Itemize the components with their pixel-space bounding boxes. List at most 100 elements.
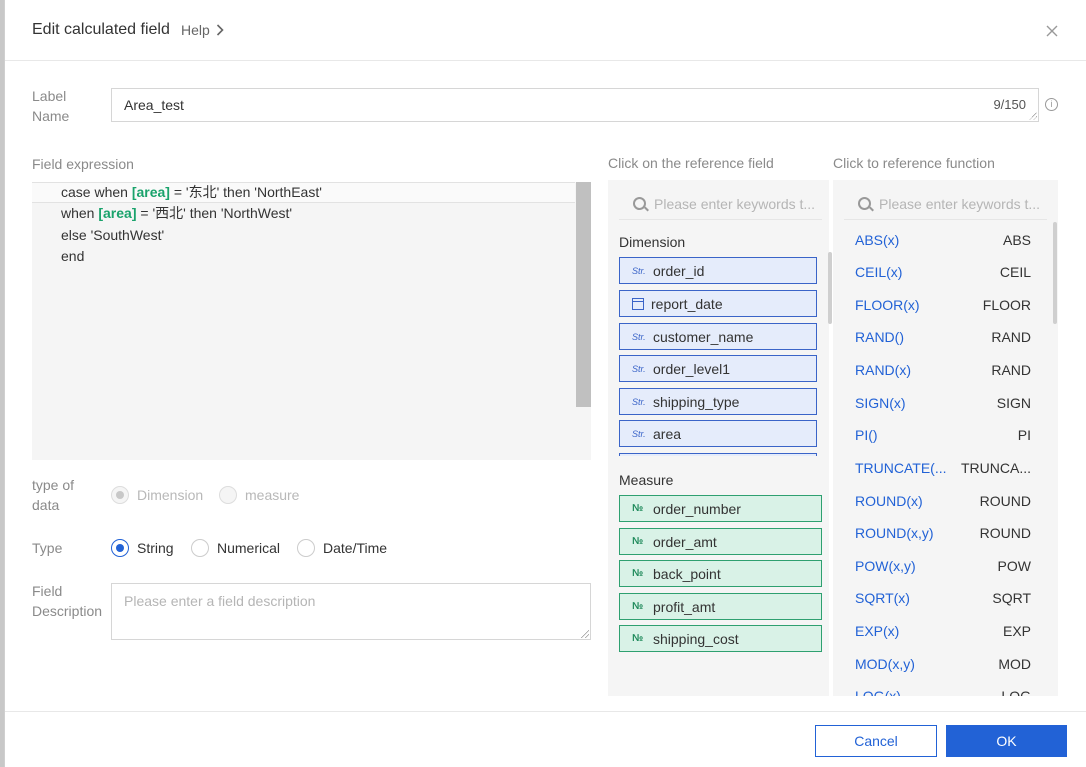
label-name-input[interactable]: Area_test 9/150 [111,88,1039,122]
dimension-scrollbar[interactable] [828,252,832,324]
dialog-header: Edit calculated field Help [5,0,1086,61]
measure-item-label: order_amt [653,533,717,550]
function-item[interactable]: MOD(x,y) MOD [855,653,1031,675]
help-link[interactable]: Help [181,22,224,38]
radio-datetime-control[interactable] [297,539,315,557]
type-of-data-label: type of data [32,475,74,515]
number-type-icon: № [632,601,644,612]
reference-field-header: Click on the reference field [608,155,774,171]
function-item[interactable]: EXP(x) EXP [855,620,1031,642]
function-item[interactable]: POW(x,y) POW [855,555,1031,577]
radio-dimension-label: Dimension [137,487,204,503]
radio-numerical[interactable]: Numerical [191,539,280,557]
number-type-icon: № [632,536,644,547]
ok-button[interactable]: OK [946,725,1067,757]
search-icon [633,197,646,210]
string-type-icon: Str. [632,331,646,342]
reference-function-search-placeholder: Please enter keywords t... [879,195,1041,212]
search-icon [858,197,871,210]
number-type-icon: № [632,503,644,514]
function-item[interactable]: FLOOR(x) FLOOR [855,294,1031,316]
dimension-item-label: customer_name [653,328,754,345]
radio-measure-label: measure [245,487,300,503]
type-of-data-line1: type of [32,477,75,493]
dimension-item-order-id[interactable]: Str. order_id [619,257,817,284]
string-type-icon: Str. [632,396,646,407]
radio-datetime-label: Date/Time [323,540,388,556]
radio-string-label: String [137,540,174,556]
measure-item-order-number[interactable]: № order_number [619,495,822,522]
function-item[interactable]: PI() PI [855,424,1031,446]
function-item[interactable]: TRUNCATE(... TRUNCA... [855,457,1031,479]
dimension-item-label: report_date [651,295,723,312]
string-type-icon: Str. [632,363,646,374]
number-type-icon: № [632,568,644,579]
dialog-title: Edit calculated field [32,21,170,38]
dimension-item-report-date[interactable]: report_date [619,290,817,317]
expression-line: end [61,248,85,264]
field-description-line2: Description [32,603,103,619]
radio-measure[interactable]: measure [219,486,299,504]
expression-line: else 'SouthWest' [61,227,165,243]
radio-dimension-control[interactable] [111,486,129,504]
function-item[interactable]: LOG(x) LOG [855,685,1031,696]
label-name-value: Area_test [124,97,184,113]
function-item[interactable]: SQRT(x) SQRT [855,587,1031,609]
function-item[interactable]: ABS(x) ABS [855,229,1031,251]
resize-handle-icon[interactable] [1029,112,1037,120]
label-name-label: Label Name [32,86,69,126]
cancel-button[interactable]: Cancel [815,725,937,757]
expression-line: case when [area] = '东北' then 'NorthEast' [61,184,322,200]
field-description-input[interactable]: Please enter a field description [111,583,591,640]
resize-handle-icon[interactable] [581,630,589,638]
radio-numerical-label: Numerical [217,540,281,556]
measure-item-profit-amt[interactable]: № profit_amt [619,593,822,620]
radio-measure-control[interactable] [219,486,237,504]
number-type-icon: № [632,633,644,644]
measure-item-label: order_number [653,500,741,517]
function-item[interactable]: ROUND(x,y) ROUND [855,522,1031,544]
field-expression-label: Field expression [32,156,134,172]
measure-item-back-point[interactable]: № back_point [619,560,822,587]
measure-item-label: back_point [653,565,721,582]
radio-string[interactable]: String [111,539,174,557]
radio-numerical-control[interactable] [191,539,209,557]
reference-field-search[interactable]: Please enter keywords t... [619,188,822,220]
reference-function-header: Click to reference function [833,155,995,171]
expression-scrollbar[interactable] [576,182,591,407]
function-item[interactable]: RAND() RAND [855,326,1031,348]
measure-item-shipping-cost[interactable]: № shipping_cost [619,625,822,652]
measure-item-order-amt[interactable]: № order_amt [619,528,822,555]
char-counter: 9/150 [993,97,1026,112]
close-icon[interactable] [1043,22,1061,40]
dimension-item-shipping-type[interactable]: Str. shipping_type [619,388,817,415]
function-item[interactable]: RAND(x) RAND [855,359,1031,381]
dimension-item-label: order_level1 [653,360,731,377]
expression-editor[interactable]: case when [area] = '东北' then 'NorthEast'… [32,182,591,460]
function-item[interactable]: CEIL(x) CEIL [855,261,1031,283]
calendar-icon [632,297,644,310]
help-label: Help [181,22,210,38]
type-of-data-line2: data [32,497,60,513]
label-name-line2: Name [32,108,70,124]
dimension-item-area[interactable]: Str. area [619,420,817,447]
chevron-right-icon [216,24,224,36]
measure-item-label: profit_amt [653,598,716,615]
radio-dimension[interactable]: Dimension [111,486,203,504]
expression-line: when [area] = '西北' then 'NorthWest' [61,205,293,221]
dimension-item-label: order_id [653,262,705,279]
function-item[interactable]: SIGN(x) SIGN [855,392,1031,414]
reference-function-search[interactable]: Please enter keywords t... [844,188,1047,220]
function-item[interactable]: ROUND(x) ROUND [855,490,1031,512]
dimension-item-label: shipping_type [653,393,740,410]
dimension-item-order-level1[interactable]: Str. order_level1 [619,355,817,382]
dimension-item-customer-name[interactable]: Str. customer_name [619,323,817,350]
dialog-footer: Cancel OK [5,711,1086,767]
info-icon[interactable]: i [1045,98,1058,111]
field-description-label: Field Description [32,581,112,621]
function-list: ABS(x) ABS CEIL(x) CEIL FLOOR(x) FLOOR RAND… [833,228,1058,696]
edit-calculated-field-dialog: Edit calculated field Help Label Name Ar… [4,0,1086,767]
label-name-line1: Label [32,88,67,104]
radio-string-control[interactable] [111,539,129,557]
radio-datetime[interactable]: Date/Time [297,539,387,557]
